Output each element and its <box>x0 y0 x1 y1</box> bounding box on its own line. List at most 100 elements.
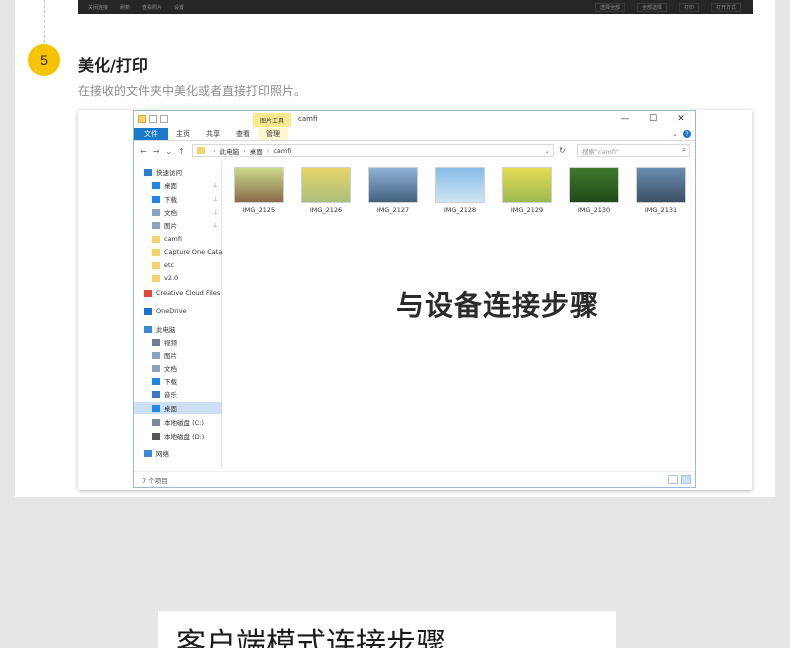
nav-item[interactable]: 下载 ⊥ <box>134 193 222 205</box>
creative-cloud-icon <box>144 289 152 297</box>
toolbar-item-disconnect[interactable]: 关闭连接 <box>88 4 108 11</box>
breadcrumb-camfi[interactable]: camfi <box>273 147 291 155</box>
onedrive-icon <box>144 307 152 315</box>
back-arrow-icon[interactable]: ← <box>140 147 147 156</box>
toolbar-item-view-photos[interactable]: 查看照片 <box>142 4 162 11</box>
file-item[interactable]: IMG_2126 <box>301 167 353 217</box>
nav-item[interactable]: 下载 <box>134 375 222 387</box>
window-title: camfi <box>298 115 318 123</box>
nav-item[interactable]: v2.0 <box>134 272 222 284</box>
file-item[interactable]: IMG_2127 <box>368 167 420 217</box>
photo-thumbnail[interactable] <box>234 167 284 203</box>
photo-thumbnail[interactable] <box>368 167 418 203</box>
client-mode-title: 客户端模式连接步骤 <box>176 627 446 648</box>
title-bar: 图片工具 camfi — ☐ ✕ <box>134 111 695 128</box>
maximize-button[interactable]: ☐ <box>639 111 667 127</box>
file-item[interactable]: IMG_2130 <box>569 167 621 217</box>
help-icon[interactable]: ? <box>683 130 691 138</box>
nav-item[interactable]: 网络 <box>134 447 222 459</box>
tab-view[interactable]: 查看 <box>228 128 258 140</box>
photo-thumbnail[interactable] <box>301 167 351 203</box>
minimize-button[interactable]: — <box>611 111 639 127</box>
tab-home[interactable]: 主页 <box>168 128 198 140</box>
nav-item[interactable]: Creative Cloud Files <box>134 287 222 299</box>
details-view-icon[interactable] <box>668 475 678 484</box>
download-icon <box>152 377 160 385</box>
toolbar-item-select-all-2[interactable]: 全部选择 <box>636 3 667 12</box>
nav-item[interactable]: 快速访问 <box>134 166 222 178</box>
up-arrow-icon[interactable]: ↑ <box>178 147 185 156</box>
nav-item-label: 下载 <box>164 196 177 204</box>
recent-dropdown-icon[interactable]: ⌄ <box>165 147 172 156</box>
file-name: IMG_2125 <box>242 206 276 214</box>
photo-thumbnail[interactable] <box>636 167 686 203</box>
breadcrumb-desktop[interactable]: 桌面 <box>250 146 263 156</box>
quick-access-toolbar <box>138 115 171 123</box>
search-placeholder: 搜索"camfi" <box>582 147 619 156</box>
music-icon <box>152 390 160 398</box>
file-item[interactable]: IMG_2131 <box>636 167 688 217</box>
step-number-badge: 5 <box>28 44 60 76</box>
search-input[interactable]: 搜索"camfi" ⌕ <box>577 144 690 157</box>
forward-arrow-icon[interactable]: → <box>153 147 160 156</box>
nav-item-label: 音乐 <box>164 391 177 399</box>
close-button[interactable]: ✕ <box>667 111 695 127</box>
nav-item[interactable]: 图片 ⊥ <box>134 219 222 231</box>
network-icon <box>144 449 152 457</box>
toolbar-item-refresh[interactable]: 刷新 <box>120 4 130 11</box>
tab-file[interactable]: 文件 <box>134 128 168 140</box>
file-item[interactable]: IMG_2129 <box>502 167 554 217</box>
nav-item[interactable]: etc <box>134 259 222 271</box>
nav-item-label: 文档 <box>164 365 177 373</box>
ribbon-tabs: 文件 主页 共享 查看 管理 ⌄ ? <box>134 128 695 141</box>
photo-thumbnail[interactable] <box>502 167 552 203</box>
pictures-icon <box>152 221 160 229</box>
toolbar-item-settings[interactable]: 设置 <box>174 4 184 11</box>
nav-item[interactable]: 本地磁盘 (D:) <box>134 430 222 442</box>
nav-item[interactable]: 音乐 <box>134 388 222 400</box>
properties-icon[interactable] <box>149 115 157 123</box>
large-icons-view-icon[interactable] <box>681 475 691 484</box>
tab-manage[interactable]: 管理 <box>258 128 288 140</box>
nav-item-label: camfi <box>164 235 182 243</box>
file-name: IMG_2127 <box>376 206 410 214</box>
chevron-right-icon: › <box>266 146 270 155</box>
toolbar-item-select-all[interactable]: 选择全部 <box>594 3 625 12</box>
nav-item[interactable]: 文档 <box>134 362 222 374</box>
refresh-icon[interactable]: ↻ <box>559 146 566 155</box>
file-item[interactable]: IMG_2128 <box>435 167 487 217</box>
nav-item[interactable]: camfi <box>134 233 222 245</box>
document-icon <box>152 364 160 372</box>
nav-item[interactable]: 本地磁盘 (C:) <box>134 416 222 428</box>
nav-item[interactable]: Capture One Cata <box>134 246 222 258</box>
file-name: IMG_2130 <box>577 206 611 214</box>
address-bar[interactable]: › 此电脑 › 桌面 › camfi ⌄ <box>192 144 554 157</box>
file-name: IMG_2126 <box>309 206 343 214</box>
explorer-screenshot: 图片工具 camfi — ☐ ✕ 文件 主页 共享 查看 管理 ⌄ ? ← → … <box>78 110 752 490</box>
toolbar-item-open-with[interactable]: 打开方式 <box>710 3 741 12</box>
toolbar-item-print[interactable]: 打印 <box>678 3 699 12</box>
nav-item-label: 网络 <box>156 450 169 458</box>
new-folder-icon[interactable] <box>160 115 168 123</box>
tab-share[interactable]: 共享 <box>198 128 228 140</box>
pin-icon: ⊥ <box>212 195 218 203</box>
picture-tools-tab[interactable]: 图片工具 <box>253 113 291 127</box>
nav-item-label: 下载 <box>164 378 177 386</box>
photo-thumbnail[interactable] <box>435 167 485 203</box>
nav-item[interactable]: 此电脑 <box>134 323 222 335</box>
nav-item[interactable]: 桌面 <box>134 402 222 414</box>
search-icon[interactable]: ⌕ <box>682 146 686 155</box>
nav-item[interactable]: 图片 <box>134 349 222 361</box>
photo-thumbnail[interactable] <box>569 167 619 203</box>
nav-item[interactable]: 文档 ⊥ <box>134 206 222 218</box>
desktop-icon <box>152 181 160 189</box>
nav-item[interactable]: 视频 <box>134 336 222 348</box>
client-mode-banner: 客户端模式连接步骤 <box>158 611 616 648</box>
pin-icon: ⊥ <box>212 221 218 229</box>
nav-item[interactable]: OneDrive <box>134 305 222 317</box>
nav-item[interactable]: 桌面 ⊥ <box>134 179 222 191</box>
expand-ribbon-icon[interactable]: ⌄ <box>672 130 678 138</box>
breadcrumb-this-pc[interactable]: 此电脑 <box>220 146 240 156</box>
chevron-down-icon[interactable]: ⌄ <box>545 147 550 155</box>
file-item[interactable]: IMG_2125 <box>234 167 286 217</box>
